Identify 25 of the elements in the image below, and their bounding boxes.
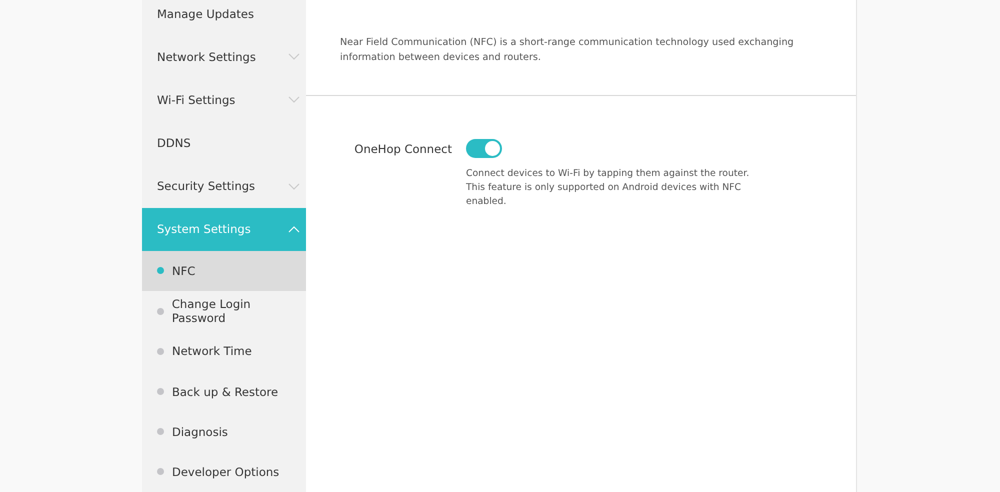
- sidebar-item[interactable]: DDNS: [142, 121, 306, 165]
- chevron-down-icon: [288, 96, 300, 104]
- bullet-icon: [157, 428, 164, 436]
- chevron-down-icon: [288, 182, 300, 190]
- sidebar-subitem[interactable]: Developer Options: [142, 452, 306, 492]
- setting-label: OneHop Connect: [353, 141, 452, 158]
- sidebar-subitem[interactable]: NFC: [142, 250, 306, 292]
- help-text: Connect devices to Wi-Fi by tapping them against the router. This feature is only supported on Android devices with NFC enabled.: [466, 167, 750, 209]
- sidebar-subitem[interactable]: Network Time: [142, 331, 306, 372]
- bullet-icon: [157, 267, 164, 274]
- chevron-up-icon: [288, 226, 300, 233]
- sidebar-item[interactable]: Network Settings: [142, 35, 306, 78]
- sidebar-item[interactable]: Manage Updates: [142, 0, 306, 36]
- description-text: Near Field Communication (NFC) is a short-range communication technology used exchanging information between devices and routers.: [340, 36, 795, 65]
- sidebar-subitem[interactable]: Diagnosis: [142, 412, 306, 452]
- bullet-icon: [157, 308, 164, 315]
- sidebar-item[interactable]: Wi-Fi Settings: [142, 78, 306, 122]
- toggle-switch[interactable]: [466, 139, 502, 158]
- chevron-down-icon: [288, 53, 300, 60]
- sidebar-subitem[interactable]: Change Login Password: [142, 291, 306, 332]
- bullet-icon: [157, 468, 164, 476]
- sidebar-subitem[interactable]: Back up & Restore: [142, 371, 306, 412]
- bullet-icon: [157, 388, 164, 396]
- bullet-icon: [157, 348, 164, 355]
- sidebar-item[interactable]: Security Settings: [142, 164, 306, 208]
